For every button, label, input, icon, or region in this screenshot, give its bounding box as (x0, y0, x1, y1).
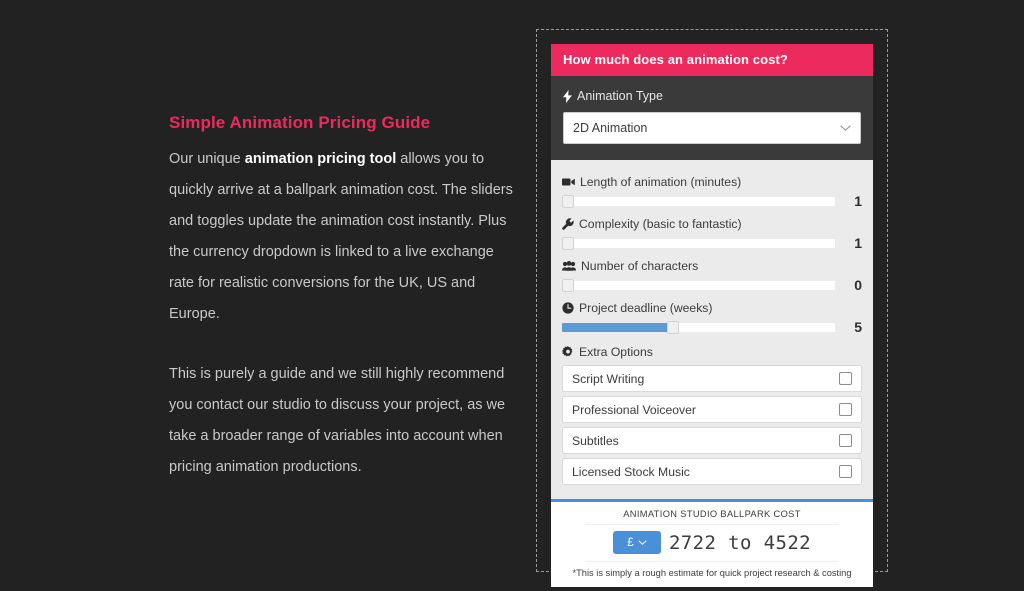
checkbox-professional-voiceover[interactable] (839, 403, 852, 416)
slider-value-characters: 0 (854, 277, 862, 293)
slider-track-deadline[interactable] (562, 320, 835, 334)
wrench-icon (562, 218, 574, 230)
slider-track-complexity[interactable] (562, 236, 835, 250)
slider-value-length: 1 (854, 193, 862, 209)
currency-symbol: £ (627, 536, 634, 549)
users-icon (562, 261, 576, 271)
animation-type-label: Animation Type (577, 89, 663, 103)
chevron-down-icon (840, 124, 851, 132)
article-column: Simple Animation Pricing Guide Our uniqu… (169, 112, 521, 483)
paragraph-1-rest: allows you to quickly arrive at a ballpa… (169, 151, 513, 322)
clock-icon (562, 302, 574, 314)
paragraph-1-lead: Our unique (169, 151, 245, 167)
pricing-widget: How much does an animation cost? Animati… (551, 44, 873, 587)
controls-section: Length of animation (minutes) 1 Complexi… (551, 160, 873, 499)
animation-type-selected-value: 2D Animation (573, 121, 648, 135)
result-footnote: *This is simply a rough estimate for qui… (572, 568, 852, 578)
pricing-widget-frame: How much does an animation cost? Animati… (536, 29, 888, 587)
checkbox-script-writing[interactable] (839, 372, 852, 385)
option-label: Subtitles (572, 433, 619, 448)
option-row-licensed-stock-music[interactable]: Licensed Stock Music (562, 458, 862, 485)
slider-thumb-characters[interactable] (562, 278, 574, 292)
page-title: Simple Animation Pricing Guide (169, 113, 431, 132)
extra-options-label: Extra Options (579, 345, 653, 359)
option-label: Licensed Stock Music (572, 464, 690, 479)
option-row-script-writing[interactable]: Script Writing (562, 365, 862, 392)
currency-select[interactable]: £ (612, 531, 661, 554)
slider-row-complexity[interactable]: 1 (562, 235, 862, 251)
option-row-subtitles[interactable]: Subtitles (562, 427, 862, 454)
slider-thumb-complexity[interactable] (562, 236, 574, 250)
result-title: ANIMATION STUDIO BALLPARK COST (585, 509, 839, 525)
slider-thumb-length[interactable] (562, 194, 574, 208)
option-label: Script Writing (572, 371, 645, 386)
widget-header-title: How much does an animation cost? (551, 44, 873, 76)
article-paragraph-2: This is purely a guide and we still high… (169, 366, 506, 475)
slider-label-text: Length of animation (minutes) (580, 175, 742, 189)
slider-label-characters: Number of characters (562, 258, 862, 274)
cost-estimate-value: 2722 to 4522 (668, 531, 812, 554)
slider-row-length[interactable]: 1 (562, 193, 862, 209)
animation-type-section: Animation Type 2D Animation (551, 76, 873, 160)
slider-label-length: Length of animation (minutes) (562, 174, 862, 190)
animation-type-label-row: Animation Type (563, 89, 861, 103)
slider-thumb-deadline[interactable] (667, 320, 680, 334)
slider-label-text: Complexity (basic to fantastic) (579, 217, 742, 231)
paragraph-1-emphasis: animation pricing tool (244, 151, 397, 167)
checkbox-licensed-stock-music[interactable] (839, 465, 852, 478)
chevron-down-icon (638, 539, 647, 546)
slider-label-deadline: Project deadline (weeks) (562, 300, 862, 316)
checkbox-subtitles[interactable] (839, 434, 852, 447)
bolt-icon (563, 89, 572, 103)
extra-options-heading: Extra Options (562, 345, 862, 359)
slider-value-complexity: 1 (854, 235, 862, 251)
slider-row-characters[interactable]: 0 (562, 277, 862, 293)
slider-track-characters[interactable] (562, 278, 835, 292)
slider-value-deadline: 5 (854, 319, 862, 335)
result-cost-line: £ 2722 to 4522 (585, 525, 839, 562)
slider-track-length[interactable] (562, 194, 835, 208)
slider-label-text: Number of characters (581, 259, 699, 273)
option-label: Professional Voiceover (572, 402, 696, 417)
gear-icon (562, 346, 574, 358)
slider-row-deadline[interactable]: 5 (562, 319, 862, 335)
video-camera-icon (562, 177, 575, 187)
animation-type-select[interactable]: 2D Animation (563, 112, 861, 144)
slider-label-complexity: Complexity (basic to fantastic) (562, 216, 862, 232)
result-footer: ANIMATION STUDIO BALLPARK COST £ 2722 to… (551, 499, 873, 587)
article-paragraph-1: Our unique animation pricing tool allows… (169, 144, 521, 330)
slider-fill-deadline (562, 322, 672, 332)
slider-label-text: Project deadline (weeks) (579, 301, 713, 315)
option-row-professional-voiceover[interactable]: Professional Voiceover (562, 396, 862, 423)
